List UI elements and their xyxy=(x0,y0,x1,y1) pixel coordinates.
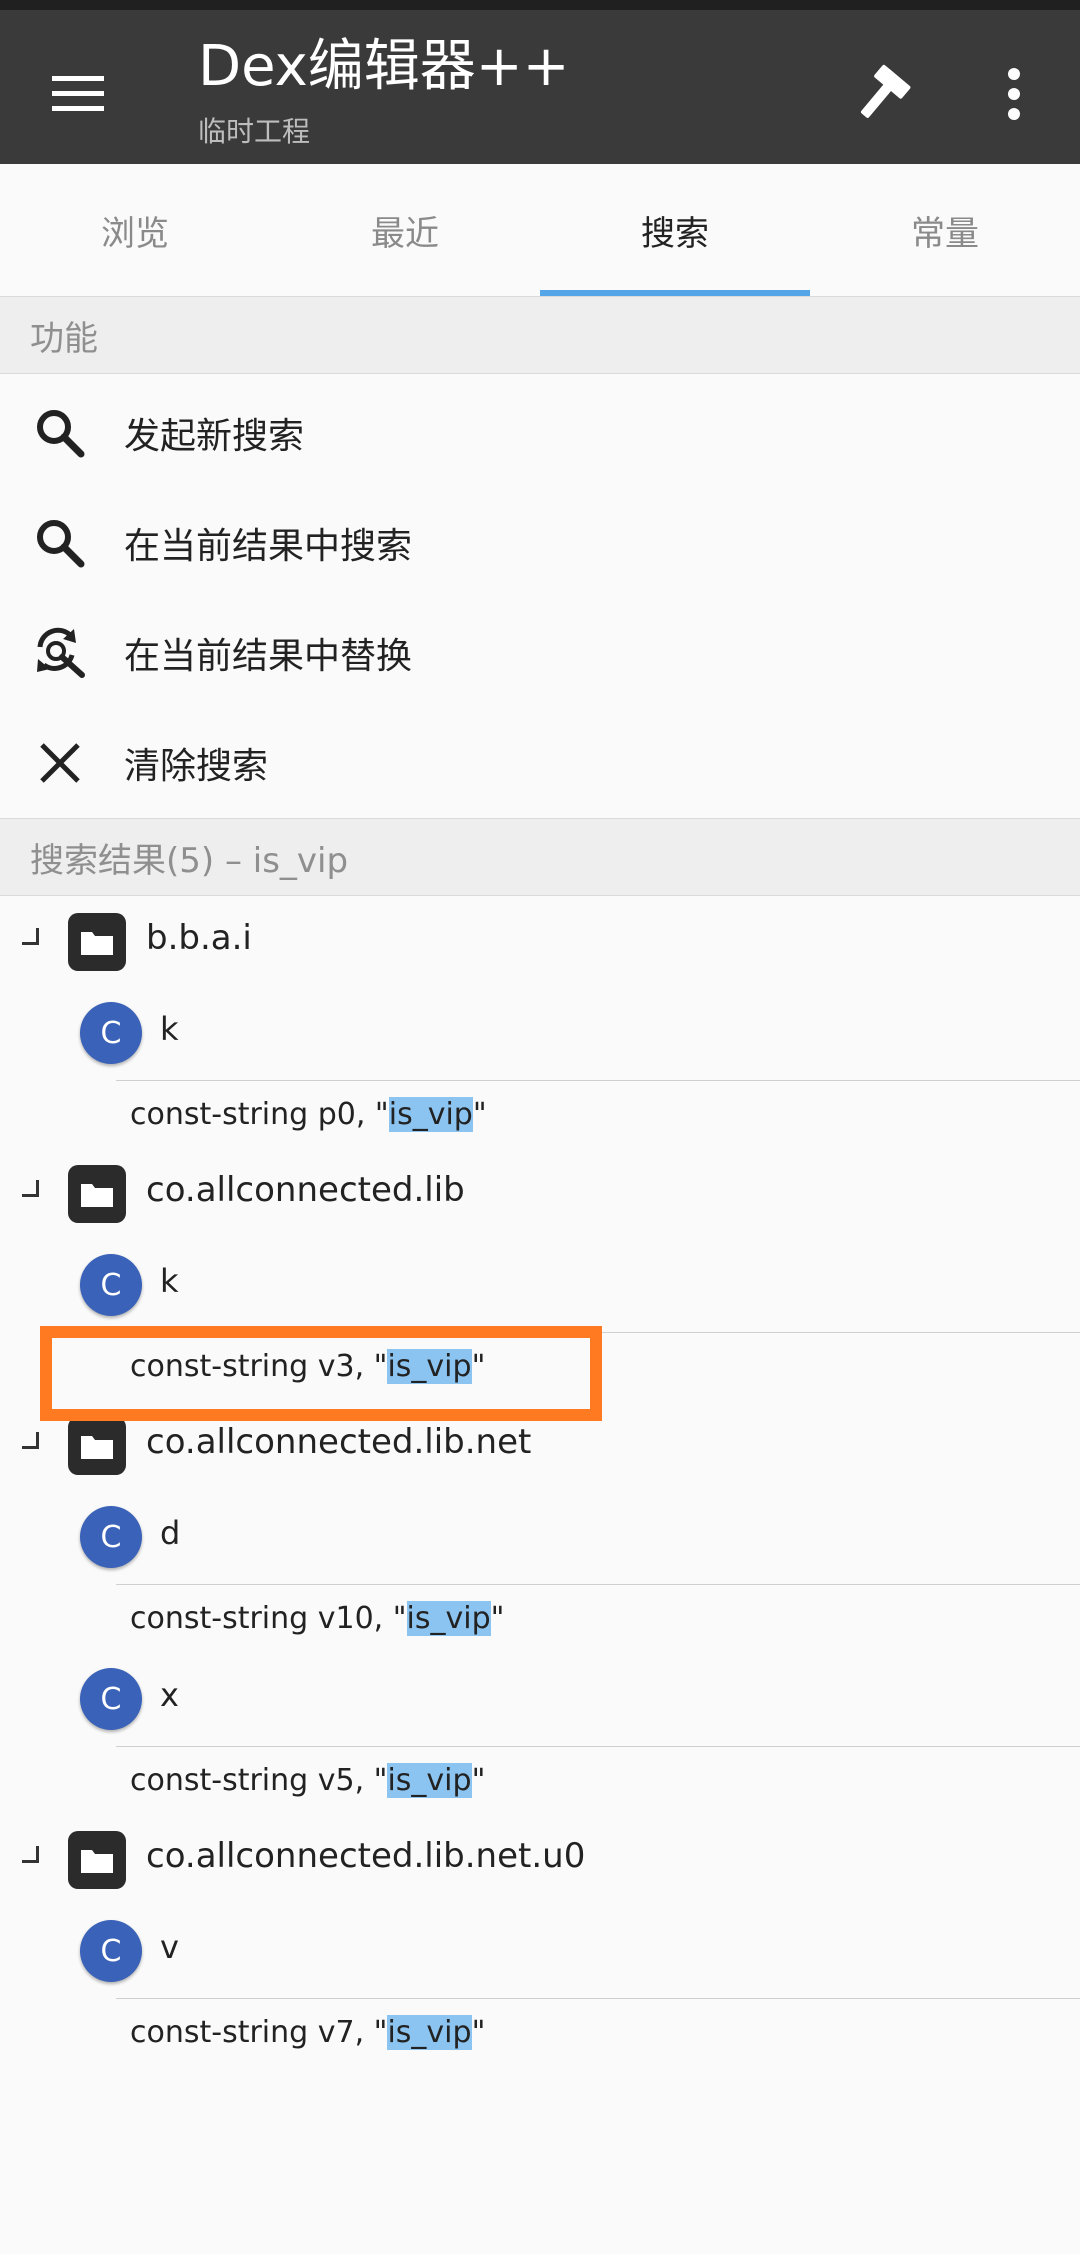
replace-in-results-label: 在当前结果中替换 xyxy=(124,636,413,677)
clear-search-label: 清除搜索 xyxy=(124,746,269,787)
expand-arrow-icon[interactable] xyxy=(22,928,39,945)
match-highlight: is_vip xyxy=(388,1097,473,1132)
hammer-icon xyxy=(860,64,911,118)
code-prefix: const-string v5, " xyxy=(130,1763,388,1798)
search-in-results-label: 在当前结果中搜索 xyxy=(124,526,413,567)
class-row[interactable]: C v xyxy=(0,1906,1080,1996)
package-name: co.allconnected.lib xyxy=(146,1170,465,1210)
functions-header: 功能 xyxy=(0,296,1080,374)
folder-icon xyxy=(68,1417,126,1475)
tab-bar: 浏览 最近 搜索 常量 xyxy=(0,164,1080,296)
package-name: co.allconnected.lib.net xyxy=(146,1422,532,1462)
app-title: Dex编辑器++ xyxy=(198,34,570,99)
code-prefix: const-string p0, " xyxy=(130,1097,389,1132)
close-icon xyxy=(30,733,90,793)
package-row[interactable]: co.allconnected.lib.net.u0 xyxy=(0,1816,1080,1906)
class-row[interactable]: C k xyxy=(0,988,1080,1078)
class-name: d xyxy=(160,1514,181,1552)
tab-browse[interactable]: 浏览 xyxy=(0,164,270,296)
code-suffix: " xyxy=(471,1763,486,1798)
class-badge-icon: C xyxy=(80,1920,142,1982)
result-code: const-string v7, "is_vip" xyxy=(130,2015,485,2050)
clear-search-item[interactable]: 清除搜索 xyxy=(0,708,1080,818)
tab-recent[interactable]: 最近 xyxy=(270,164,540,296)
search-replace-icon xyxy=(30,623,90,683)
class-name: k xyxy=(160,1262,179,1300)
folder-icon xyxy=(68,1831,126,1889)
class-badge-icon: C xyxy=(80,1506,142,1568)
search-icon xyxy=(30,403,90,463)
app-subtitle: 临时工程 xyxy=(198,115,311,148)
class-badge-icon: C xyxy=(80,1254,142,1316)
class-name: k xyxy=(160,1010,179,1048)
code-prefix: const-string v7, " xyxy=(130,2015,388,2050)
match-highlight: is_vip xyxy=(406,1601,491,1636)
build-button[interactable] xyxy=(838,50,926,138)
class-row[interactable]: C x xyxy=(0,1654,1080,1744)
more-vert-icon xyxy=(1008,68,1020,120)
expand-arrow-icon[interactable] xyxy=(22,1432,39,1449)
search-icon xyxy=(30,513,90,573)
class-badge-icon: C xyxy=(80,1002,142,1064)
result-code: const-string p0, "is_vip" xyxy=(130,1097,487,1132)
annotation-highlight-box xyxy=(40,1326,602,1421)
result-line[interactable]: const-string v7, "is_vip" xyxy=(116,1998,1080,2070)
package-name: co.allconnected.lib.net.u0 xyxy=(146,1836,586,1876)
class-badge-icon: C xyxy=(80,1668,142,1730)
new-search-item[interactable]: 发起新搜索 xyxy=(0,378,1080,488)
status-bar xyxy=(0,0,1080,10)
expand-arrow-icon[interactable] xyxy=(22,1180,39,1197)
hamburger-menu-icon xyxy=(52,76,104,111)
result-line[interactable]: const-string p0, "is_vip" xyxy=(116,1080,1080,1152)
class-name: x xyxy=(160,1676,179,1714)
tab-constants[interactable]: 常量 xyxy=(810,164,1080,296)
code-prefix: const-string v10, " xyxy=(130,1601,407,1636)
folder-icon xyxy=(68,1165,126,1223)
results-header: 搜索结果(5) – is_vip xyxy=(0,818,1080,896)
result-code: const-string v10, "is_vip" xyxy=(130,1601,504,1636)
app-bar: Dex编辑器++ 临时工程 xyxy=(0,10,1080,164)
package-name: b.b.a.i xyxy=(146,918,252,958)
expand-arrow-icon[interactable] xyxy=(22,1846,39,1863)
more-options-button[interactable] xyxy=(970,50,1058,138)
package-row[interactable]: co.allconnected.lib xyxy=(0,1150,1080,1240)
code-suffix: " xyxy=(490,1601,505,1636)
menu-button[interactable] xyxy=(28,46,128,142)
folder-icon xyxy=(68,913,126,971)
class-name: v xyxy=(160,1928,179,1966)
package-row[interactable]: b.b.a.i xyxy=(0,898,1080,988)
result-line[interactable]: const-string v10, "is_vip" xyxy=(116,1584,1080,1656)
class-row[interactable]: C k xyxy=(0,1240,1080,1330)
result-code: const-string v5, "is_vip" xyxy=(130,1763,485,1798)
match-highlight: is_vip xyxy=(387,2015,472,2050)
class-row[interactable]: C d xyxy=(0,1492,1080,1582)
new-search-label: 发起新搜索 xyxy=(124,416,305,457)
code-suffix: " xyxy=(472,1097,487,1132)
code-suffix: " xyxy=(471,2015,486,2050)
match-highlight: is_vip xyxy=(387,1763,472,1798)
replace-in-results-item[interactable]: 在当前结果中替换 xyxy=(0,598,1080,708)
result-line[interactable]: const-string v5, "is_vip" xyxy=(116,1746,1080,1818)
search-in-results-item[interactable]: 在当前结果中搜索 xyxy=(0,488,1080,598)
tab-search[interactable]: 搜索 xyxy=(540,164,810,296)
